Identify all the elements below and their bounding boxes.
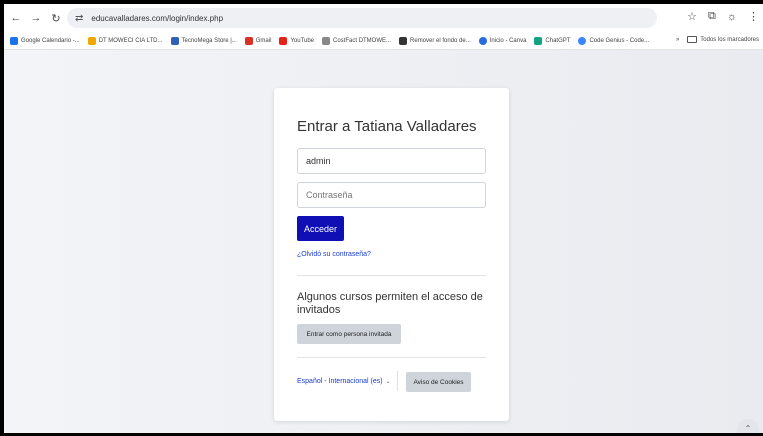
- cookies-notice-button[interactable]: Aviso de Cookies: [406, 372, 471, 392]
- forward-arrow-icon[interactable]: →: [28, 10, 44, 26]
- bookmark-label: ChatGPT: [545, 37, 571, 44]
- back-arrow-icon[interactable]: ←: [8, 10, 24, 26]
- language-selector[interactable]: Español - Internacional (es) ⌄: [297, 378, 391, 385]
- username-input[interactable]: [297, 148, 486, 174]
- bookmark-costfact[interactable]: CostFact DTMOWE...: [322, 36, 392, 45]
- login-title: Entrar a Tatiana Valladares: [297, 118, 477, 135]
- all-bookmarks-button[interactable]: Todos los marcadores: [687, 36, 759, 43]
- bookmark-dt-moweci[interactable]: DT MOWECI CIA LTD...: [87, 36, 163, 45]
- bookmark-label: Inicio - Canva: [489, 37, 527, 44]
- guest-login-button[interactable]: Entrar como persona invitada: [297, 324, 401, 344]
- costfact-icon: [322, 36, 331, 45]
- more-bookmarks-button[interactable]: »: [676, 37, 679, 43]
- browser-toolbar: ← → ↻ ⇄ educavalladares.com/login/index.…: [4, 4, 763, 32]
- remove-bg-icon: [399, 36, 408, 45]
- bookmark-google-calendar[interactable]: Google Calendario -...: [10, 36, 80, 45]
- bookmark-tecnomega[interactable]: TecnoMega Store |...: [170, 36, 237, 45]
- language-label: Español - Internacional (es): [297, 378, 383, 385]
- bookmark-gmail[interactable]: Gmail: [244, 36, 272, 45]
- chevron-down-icon: ⌄: [385, 379, 391, 385]
- forgot-password-link[interactable]: ¿Olvidó su contraseña?: [297, 251, 371, 258]
- bookmark-label: Code Genius - Code...: [589, 37, 650, 44]
- bookmarks-bar: Google Calendario -... DT MOWECI CIA LTD…: [4, 32, 763, 50]
- folder-icon: [687, 36, 698, 43]
- bookmark-canva[interactable]: Inicio - Canva: [478, 36, 527, 45]
- bookmark-youtube[interactable]: YouTube: [279, 36, 315, 45]
- bookmark-label: CostFact DTMOWE...: [333, 37, 392, 44]
- divider: [297, 357, 486, 358]
- address-bar-url: educavalladares.com/login/index.php: [91, 13, 224, 23]
- login-button[interactable]: Acceder: [297, 216, 344, 241]
- scroll-up-button[interactable]: ⌃: [737, 419, 759, 433]
- toolbar-actions: ☆ ⧉ ☼ ⋮: [687, 10, 759, 23]
- store-icon: [170, 36, 179, 45]
- bookmark-label: Gmail: [255, 37, 272, 44]
- star-bookmark-icon[interactable]: ☆: [687, 10, 697, 23]
- bookmark-chatgpt[interactable]: ChatGPT: [534, 36, 571, 45]
- browser-window: ← → ↻ ⇄ educavalladares.com/login/index.…: [4, 4, 763, 433]
- bookmark-code-genius[interactable]: Code Genius - Code...: [578, 36, 650, 45]
- reload-icon[interactable]: ↻: [48, 10, 64, 26]
- bookmark-label: TecnoMega Store |...: [181, 37, 237, 44]
- calendar-icon: [10, 36, 18, 45]
- bookmarks-right: » Todos los marcadores: [676, 36, 759, 43]
- bookmark-label: Google Calendario -...: [21, 37, 80, 44]
- divider: [297, 275, 486, 276]
- profile-icon[interactable]: ☼: [727, 11, 737, 23]
- page-content: Entrar a Tatiana Valladares Acceder ¿Olv…: [4, 50, 763, 433]
- drive-icon: [87, 36, 96, 45]
- bookmark-label: YouTube: [290, 37, 315, 44]
- bookmark-label: Remover el fondo de...: [410, 37, 471, 44]
- extensions-icon[interactable]: ⧉: [708, 10, 716, 23]
- bookmark-label: DT MOWECI CIA LTD...: [98, 37, 163, 44]
- all-bookmarks-label: Todos los marcadores: [700, 36, 759, 43]
- youtube-icon: [279, 36, 288, 45]
- code-genius-icon: [578, 36, 587, 45]
- site-settings-icon[interactable]: ⇄: [75, 13, 83, 24]
- guest-access-text: Algunos cursos permiten el acceso de inv…: [297, 291, 483, 316]
- bookmark-remove-bg[interactable]: Remover el fondo de...: [399, 36, 471, 45]
- login-card: Entrar a Tatiana Valladares Acceder ¿Olv…: [274, 88, 509, 421]
- menu-kebab-icon[interactable]: ⋮: [748, 10, 759, 23]
- gmail-icon: [244, 36, 253, 45]
- vertical-divider: [397, 371, 398, 391]
- chatgpt-icon: [534, 36, 543, 45]
- chevron-up-icon: ⌃: [744, 423, 752, 433]
- address-bar[interactable]: ⇄ educavalladares.com/login/index.php: [67, 8, 657, 28]
- password-input[interactable]: [297, 182, 486, 208]
- canva-icon: [478, 36, 487, 45]
